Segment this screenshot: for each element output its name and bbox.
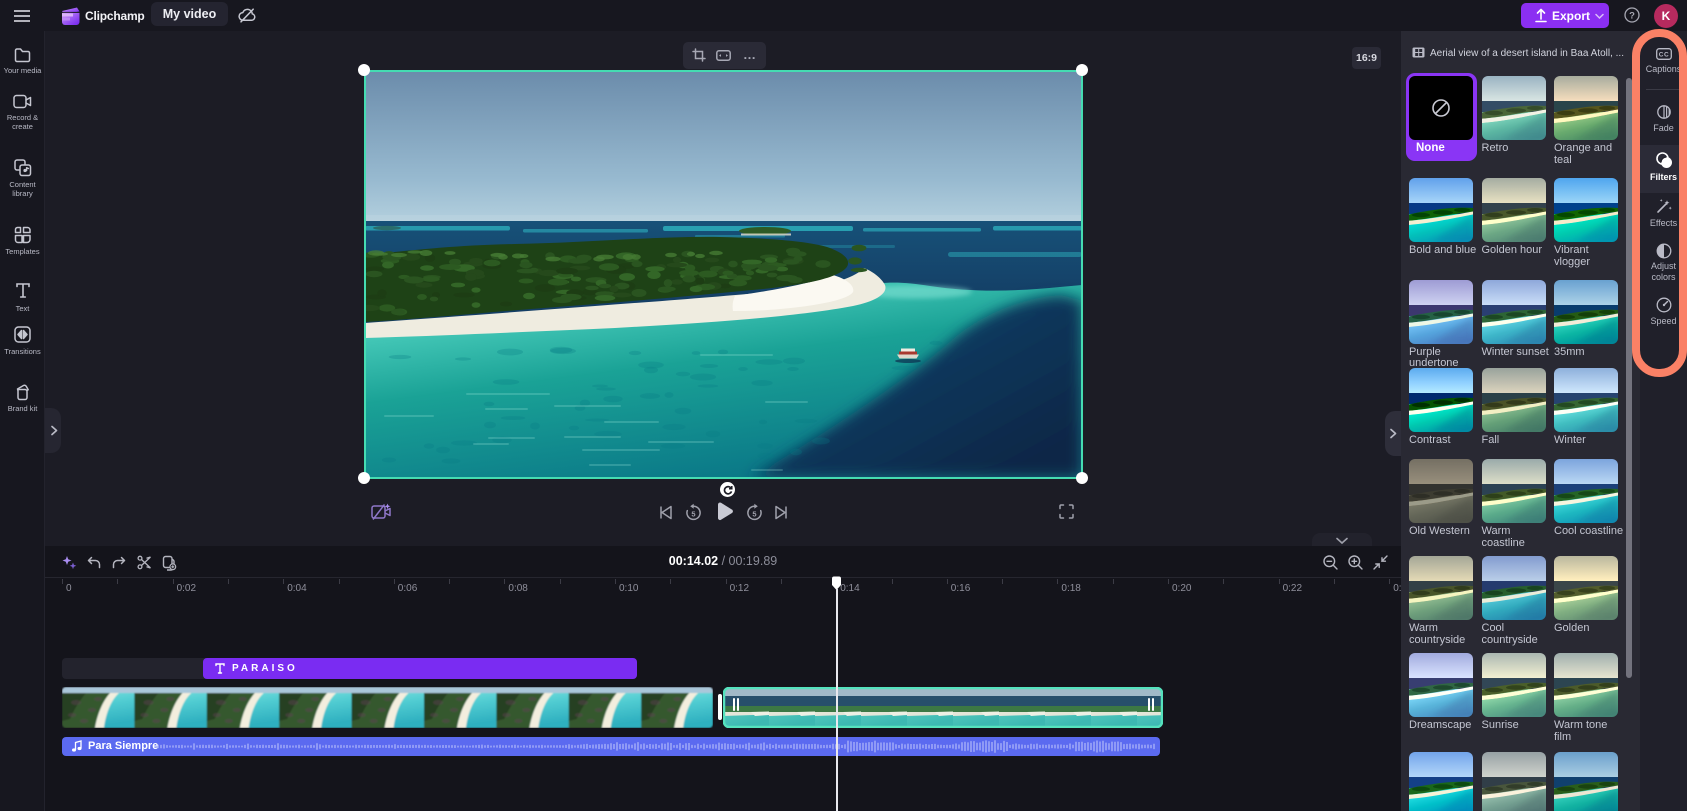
svg-text:?: ?: [1629, 10, 1635, 21]
svg-text:5: 5: [752, 509, 756, 518]
svg-text:5: 5: [691, 509, 695, 518]
